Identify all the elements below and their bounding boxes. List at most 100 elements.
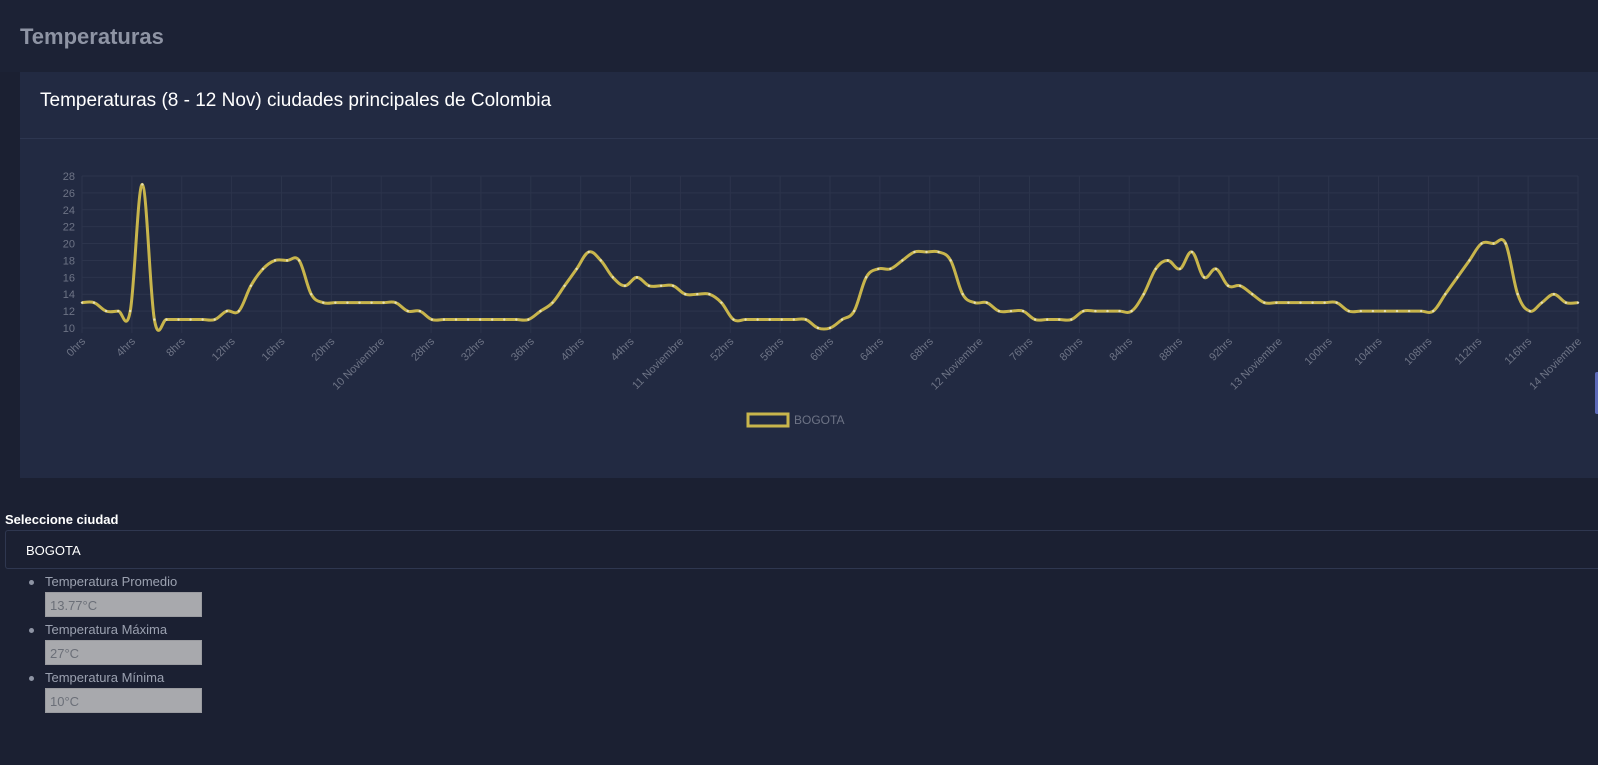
chart-card: Temperaturas (8 - 12 Nov) ciudades princ… bbox=[20, 72, 1598, 478]
data-point bbox=[1576, 301, 1580, 304]
x-tick-label: 40hrs bbox=[559, 335, 587, 363]
min-temperature-field[interactable]: 10°C bbox=[45, 688, 202, 713]
bullet-icon bbox=[29, 676, 34, 681]
data-point bbox=[261, 267, 265, 271]
x-tick-label: 92hrs bbox=[1207, 335, 1235, 363]
data-point bbox=[1299, 301, 1302, 304]
data-point bbox=[1552, 293, 1556, 296]
data-point bbox=[1045, 318, 1049, 321]
data-point bbox=[1094, 309, 1097, 313]
data-point bbox=[768, 318, 771, 321]
data-point bbox=[732, 318, 735, 321]
data-point bbox=[949, 259, 952, 262]
data-point bbox=[225, 309, 228, 313]
data-point bbox=[1468, 259, 1471, 262]
legend-label-bogota: BOGOTA bbox=[794, 413, 844, 427]
bullet-icon bbox=[29, 628, 34, 633]
data-point bbox=[1359, 309, 1363, 313]
data-point bbox=[985, 301, 989, 304]
data-point bbox=[165, 318, 168, 321]
data-point bbox=[1009, 309, 1013, 313]
data-point bbox=[1033, 318, 1037, 321]
data-point bbox=[1456, 276, 1459, 279]
data-point bbox=[1540, 301, 1544, 304]
page-title: Temperaturas bbox=[20, 24, 164, 49]
x-tick-label: 14 Noviembre bbox=[1527, 336, 1584, 393]
data-point bbox=[503, 318, 506, 321]
data-point bbox=[490, 318, 494, 321]
data-point bbox=[1287, 301, 1290, 304]
data-point bbox=[153, 318, 156, 321]
data-point bbox=[1154, 267, 1157, 271]
data-point bbox=[780, 318, 783, 321]
data-point bbox=[563, 284, 566, 287]
average-temperature-field[interactable]: 13.77°C bbox=[45, 592, 202, 617]
x-tick-label: 32hrs bbox=[459, 335, 487, 363]
x-tick-label: 64hrs bbox=[858, 335, 886, 363]
data-point bbox=[478, 318, 482, 321]
data-point bbox=[997, 309, 1001, 313]
data-point bbox=[925, 250, 928, 254]
x-tick-label: 112hrs bbox=[1453, 335, 1485, 367]
data-point bbox=[684, 293, 687, 296]
max-temperature-label: Temperatura Máxima bbox=[45, 622, 168, 637]
x-tick-label: 8hrs bbox=[164, 335, 188, 359]
data-point bbox=[322, 301, 325, 304]
y-tick-label: 12 bbox=[63, 306, 75, 318]
data-point bbox=[358, 301, 361, 304]
temperature-line-chart: 10 12 14 16 18 20 22 24 26 28 0hrs 4hrs 8hrs 12hrs 16h… bbox=[63, 171, 1584, 428]
data-point bbox=[1311, 301, 1314, 304]
data-point bbox=[1275, 301, 1278, 304]
data-point bbox=[1516, 293, 1519, 296]
page-header: Temperaturas bbox=[0, 0, 1598, 72]
y-tick-label: 20 bbox=[63, 239, 75, 251]
bullet-icon bbox=[29, 580, 34, 585]
data-point bbox=[901, 259, 904, 262]
data-point bbox=[1021, 309, 1025, 313]
data-point bbox=[1226, 284, 1230, 287]
x-tick-label: 56hrs bbox=[758, 335, 786, 363]
data-point bbox=[1492, 242, 1495, 245]
data-point bbox=[454, 318, 458, 321]
data-point bbox=[116, 309, 120, 313]
min-temperature-label: Temperatura Mínima bbox=[45, 670, 165, 685]
data-point bbox=[141, 183, 144, 186]
data-point bbox=[406, 309, 409, 313]
data-point bbox=[285, 259, 289, 262]
y-tick-label: 14 bbox=[63, 289, 75, 301]
data-point bbox=[1432, 309, 1435, 313]
data-point bbox=[1371, 309, 1375, 313]
data-point bbox=[334, 301, 337, 304]
x-tick-label: 104hrs bbox=[1352, 335, 1385, 368]
data-point bbox=[1564, 301, 1568, 304]
data-point bbox=[418, 309, 422, 313]
x-tick-label: 76hrs bbox=[1008, 335, 1036, 363]
city-select-label: Seleccione ciudad bbox=[5, 512, 119, 527]
data-point bbox=[973, 301, 976, 304]
y-tick-label: 18 bbox=[63, 255, 75, 267]
y-tick-label: 26 bbox=[63, 188, 75, 200]
x-tick-label: 4hrs bbox=[114, 335, 138, 359]
data-point bbox=[599, 259, 602, 262]
x-tick-label: 12 Noviembre bbox=[929, 336, 986, 393]
x-tick-label: 100hrs bbox=[1303, 335, 1336, 368]
x-tick-label: 11 Noviembre bbox=[630, 336, 686, 392]
data-point bbox=[394, 301, 397, 304]
city-select[interactable]: BOGOTA bbox=[5, 530, 1598, 569]
x-tick-label: 20hrs bbox=[310, 335, 338, 363]
data-point bbox=[744, 318, 747, 321]
max-temperature-field[interactable]: 27°C bbox=[45, 640, 202, 665]
data-point bbox=[828, 326, 832, 330]
data-point bbox=[877, 267, 880, 271]
data-point bbox=[189, 318, 192, 321]
data-point bbox=[104, 309, 108, 313]
x-tick-label: 52hrs bbox=[708, 335, 736, 363]
data-point bbox=[1190, 250, 1194, 254]
data-point bbox=[1178, 267, 1182, 271]
data-point bbox=[864, 276, 868, 279]
data-point bbox=[1480, 242, 1483, 245]
data-point bbox=[623, 284, 627, 287]
data-point bbox=[1383, 309, 1387, 313]
x-tick-label: 12hrs bbox=[210, 335, 238, 363]
data-point bbox=[961, 293, 964, 296]
